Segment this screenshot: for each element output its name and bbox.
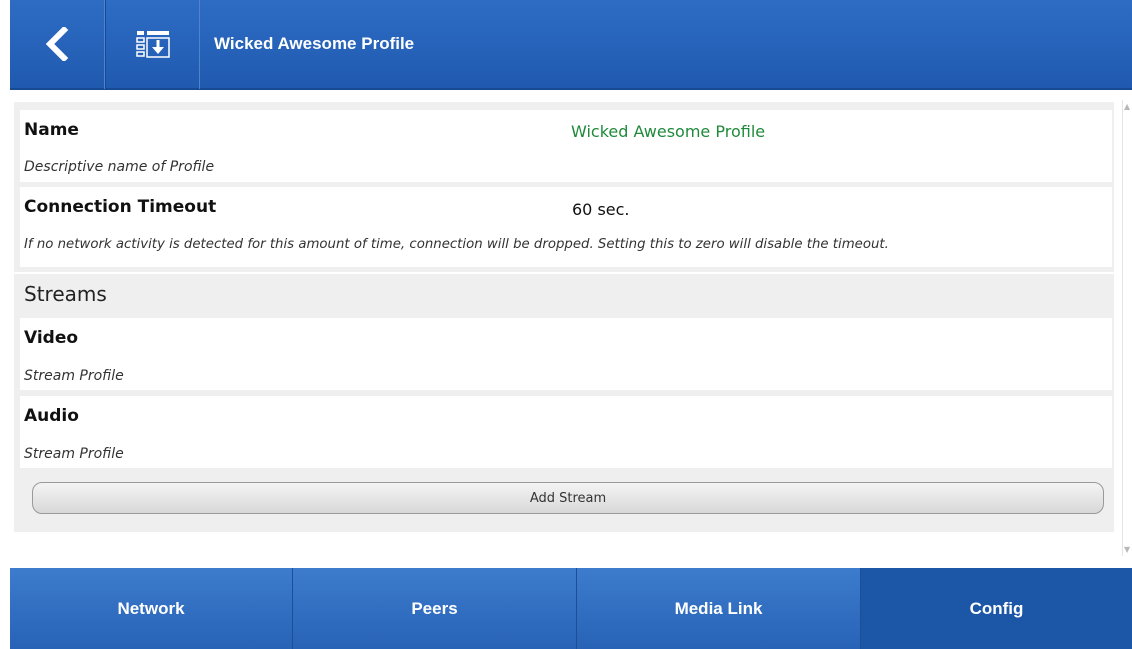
scroll-up-icon[interactable]: ▲ xyxy=(1124,102,1130,111)
page-title: Wicked Awesome Profile xyxy=(214,34,415,53)
vertical-scrollbar[interactable]: ▲ ▼ xyxy=(1122,100,1132,556)
stream-item-video[interactable]: Video Stream Profile xyxy=(20,318,1112,390)
tab-media-link[interactable]: Media Link xyxy=(577,568,861,649)
stream-item-description: Stream Profile xyxy=(24,368,124,384)
name-row[interactable]: Name Wicked Awesome Profile Descriptive … xyxy=(20,110,1112,182)
add-stream-button[interactable]: Add Stream xyxy=(32,482,1104,514)
profile-content[interactable]: Name Wicked Awesome Profile Descriptive … xyxy=(10,92,1132,568)
name-description: Descriptive name of Profile xyxy=(24,159,215,175)
stream-item-description: Stream Profile xyxy=(24,446,124,462)
streams-panel: Streams Video Stream Profile Audio Strea… xyxy=(14,274,1114,532)
tab-network[interactable]: Network xyxy=(10,568,293,649)
tab-peers[interactable]: Peers xyxy=(293,568,577,649)
bottom-tab-bar: Network Peers Media Link Config xyxy=(10,568,1132,649)
name-value[interactable]: Wicked Awesome Profile xyxy=(571,122,765,141)
back-button[interactable] xyxy=(10,0,105,89)
stream-item-label: Audio xyxy=(24,406,79,426)
connection-timeout-description: If no network activity is detected for t… xyxy=(24,237,889,252)
chevron-left-icon xyxy=(45,27,69,61)
scroll-down-icon[interactable]: ▼ xyxy=(1124,545,1130,554)
app-header: Wicked Awesome Profile xyxy=(10,0,1132,90)
list-download-icon xyxy=(135,31,170,58)
name-label: Name xyxy=(24,120,79,140)
stream-item-audio[interactable]: Audio Stream Profile xyxy=(20,396,1112,468)
connection-timeout-label: Connection Timeout xyxy=(24,197,217,217)
connection-timeout-row[interactable]: Connection Timeout 60 sec. If no network… xyxy=(20,187,1112,267)
streams-title: Streams xyxy=(24,282,107,306)
tab-config[interactable]: Config xyxy=(861,568,1132,649)
connection-timeout-value[interactable]: 60 sec. xyxy=(572,200,630,219)
stream-item-label: Video xyxy=(24,328,79,348)
profile-settings-panel: Name Wicked Awesome Profile Descriptive … xyxy=(14,102,1114,272)
save-profile-button[interactable] xyxy=(105,0,200,89)
